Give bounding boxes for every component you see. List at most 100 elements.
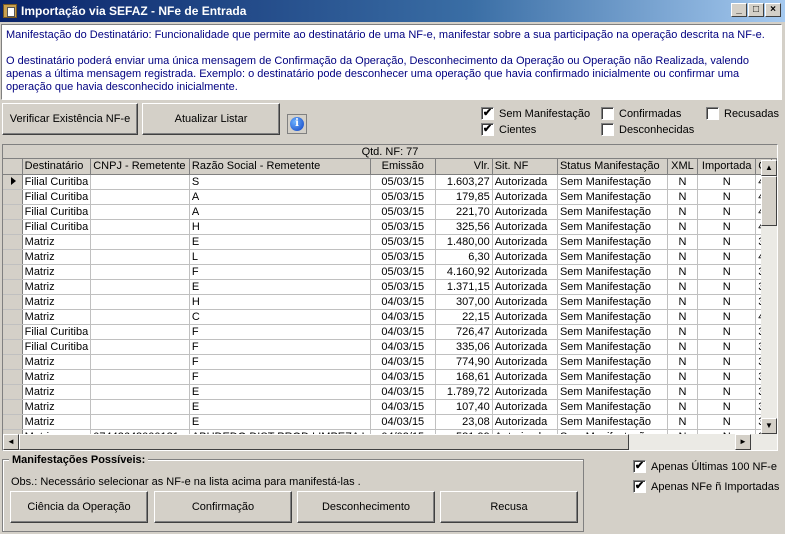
checkbox[interactable] xyxy=(601,123,614,136)
table-cell[interactable]: 04/03/15 xyxy=(370,294,436,310)
table-cell[interactable]: Matriz xyxy=(22,294,92,310)
table-cell[interactable]: Sem Manifestação xyxy=(557,204,668,220)
table-cell[interactable]: Autorizada xyxy=(492,204,558,220)
scroll-right-button[interactable]: ► xyxy=(735,434,751,450)
table-cell[interactable]: Filial Curitiba xyxy=(22,189,92,205)
table-cell[interactable] xyxy=(90,399,190,415)
table-cell[interactable] xyxy=(90,234,190,250)
row-indicator[interactable] xyxy=(3,354,23,370)
row-indicator[interactable] xyxy=(3,204,23,220)
table-cell[interactable]: Autorizada xyxy=(492,339,558,355)
table-cell[interactable]: Autorizada xyxy=(492,279,558,295)
table-cell[interactable]: Matriz xyxy=(22,279,92,295)
table-cell[interactable]: 22,15 xyxy=(435,309,493,325)
table-cell[interactable]: 1.480,00 xyxy=(435,234,493,250)
scroll-up-button[interactable]: ▲ xyxy=(761,160,777,176)
desconhecimento-button[interactable]: Desconhecimento xyxy=(297,491,435,523)
table-row[interactable]: Matriz H 04/03/15 307,00 Autorizada Sem Manif… xyxy=(3,294,777,310)
table-cell[interactable]: 05/03/15 xyxy=(370,279,436,295)
table-cell[interactable]: Sem Manifestação xyxy=(557,294,668,310)
table-cell[interactable]: H xyxy=(189,294,371,310)
table-row[interactable]: Matriz E 04/03/15 1.789,72 Autorizada Sem Man… xyxy=(3,384,777,400)
table-row[interactable]: Matriz L 05/03/15 6,30 Autorizada Sem Manifes… xyxy=(3,249,777,265)
table-cell[interactable]: N xyxy=(667,249,699,265)
nfe-grid[interactable]: Qtd. NF: 77 Destinatário CNPJ - Remetente… xyxy=(2,144,778,451)
row-indicator[interactable] xyxy=(3,219,23,235)
table-cell[interactable]: Autorizada xyxy=(492,384,558,400)
table-row[interactable]: Matriz E 05/03/15 1.480,00 Autorizada Sem Man… xyxy=(3,234,777,250)
table-cell[interactable]: Sem Manifestação xyxy=(557,279,668,295)
table-cell[interactable]: Sem Manifestação xyxy=(557,399,668,415)
table-cell[interactable]: N xyxy=(667,234,699,250)
table-cell[interactable]: E xyxy=(189,414,371,430)
table-cell[interactable]: Autorizada xyxy=(492,414,558,430)
minimize-button[interactable]: _ xyxy=(731,3,747,17)
table-cell[interactable]: Autorizada xyxy=(492,399,558,415)
table-cell[interactable]: 1.603,27 xyxy=(435,174,493,190)
table-cell[interactable]: 168,61 xyxy=(435,369,493,385)
table-cell[interactable]: Matriz xyxy=(22,309,92,325)
table-cell[interactable]: N xyxy=(697,294,757,310)
table-cell[interactable]: N xyxy=(697,324,757,340)
table-cell[interactable]: N xyxy=(667,294,699,310)
table-cell[interactable]: N xyxy=(697,339,757,355)
filter-confirmadas[interactable]: Confirmadas xyxy=(601,107,681,120)
table-cell[interactable]: L xyxy=(189,249,371,265)
checkbox[interactable] xyxy=(601,107,614,120)
checkbox[interactable]: ✔ xyxy=(633,460,646,473)
row-indicator[interactable] xyxy=(3,234,23,250)
column-header[interactable]: Emissão xyxy=(370,159,436,175)
table-cell[interactable]: Sem Manifestação xyxy=(557,414,668,430)
table-cell[interactable]: N xyxy=(697,219,757,235)
vertical-scrollbar[interactable]: ▲ ▼ xyxy=(761,160,777,434)
table-cell[interactable]: N xyxy=(697,174,757,190)
table-cell[interactable]: Sem Manifestação xyxy=(557,189,668,205)
option-ultimas-100[interactable]: ✔ Apenas Últimas 100 NF-e xyxy=(633,460,777,473)
table-cell[interactable]: N xyxy=(697,399,757,415)
table-cell[interactable]: C xyxy=(189,309,371,325)
filter-sem-manifestacao[interactable]: ✔ Sem Manifestação xyxy=(481,107,590,120)
table-row[interactable]: Matriz C 04/03/15 22,15 Autorizada Sem Manife… xyxy=(3,309,777,325)
table-cell[interactable]: Sem Manifestação xyxy=(557,219,668,235)
table-cell[interactable]: E xyxy=(189,384,371,400)
table-cell[interactable]: Autorizada xyxy=(492,189,558,205)
table-cell[interactable]: N xyxy=(667,279,699,295)
table-cell[interactable]: N xyxy=(697,204,757,220)
table-cell[interactable]: N xyxy=(697,414,757,430)
table-cell[interactable]: Sem Manifestação xyxy=(557,234,668,250)
table-cell[interactable]: 04/03/15 xyxy=(370,309,436,325)
table-cell[interactable]: 04/03/15 xyxy=(370,384,436,400)
table-row[interactable]: Matriz F 04/03/15 168,61 Autorizada Sem Manif… xyxy=(3,369,777,385)
table-cell[interactable]: Sem Manifestação xyxy=(557,249,668,265)
table-cell[interactable]: 05/03/15 xyxy=(370,249,436,265)
table-cell[interactable]: Matriz xyxy=(22,264,92,280)
table-cell[interactable]: Filial Curitiba xyxy=(22,219,92,235)
table-cell[interactable] xyxy=(90,309,190,325)
table-cell[interactable]: 325,56 xyxy=(435,219,493,235)
table-cell[interactable]: 335,06 xyxy=(435,339,493,355)
table-cell[interactable]: F xyxy=(189,369,371,385)
table-cell[interactable]: Sem Manifestação xyxy=(557,384,668,400)
table-cell[interactable]: 774,90 xyxy=(435,354,493,370)
table-cell[interactable]: E xyxy=(189,399,371,415)
table-cell[interactable]: N xyxy=(667,189,699,205)
row-indicator[interactable] xyxy=(3,384,23,400)
table-cell[interactable]: N xyxy=(667,414,699,430)
table-cell[interactable]: Matriz xyxy=(22,354,92,370)
table-cell[interactable]: N xyxy=(667,219,699,235)
row-indicator[interactable] xyxy=(3,324,23,340)
vertical-scroll-thumb[interactable] xyxy=(761,176,777,226)
table-cell[interactable]: 05/03/15 xyxy=(370,189,436,205)
table-cell[interactable]: N xyxy=(667,174,699,190)
column-header[interactable]: Vlr. xyxy=(435,159,493,175)
row-indicator[interactable] xyxy=(3,174,23,190)
table-cell[interactable] xyxy=(90,279,190,295)
row-indicator[interactable] xyxy=(3,399,23,415)
table-cell[interactable]: 107,40 xyxy=(435,399,493,415)
table-cell[interactable] xyxy=(90,219,190,235)
table-cell[interactable] xyxy=(90,264,190,280)
table-cell[interactable]: Sem Manifestação xyxy=(557,264,668,280)
confirmacao-button[interactable]: Confirmação xyxy=(154,491,292,523)
column-header[interactable]: CNPJ - Remetente xyxy=(90,159,190,175)
table-row[interactable]: Matriz F 04/03/15 774,90 Autorizada Sem Manif… xyxy=(3,354,777,370)
